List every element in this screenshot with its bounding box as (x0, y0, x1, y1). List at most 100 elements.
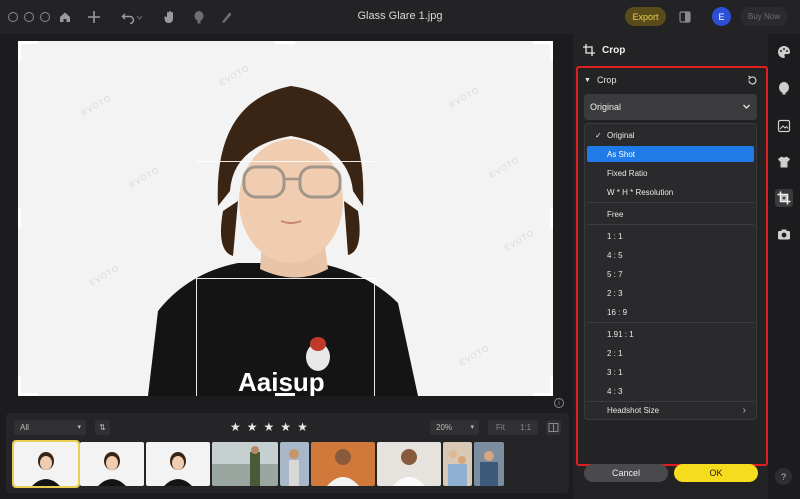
chevron-down-icon: ▾ (470, 424, 474, 431)
reset-icon[interactable] (747, 75, 758, 89)
crop-handle-top[interactable] (275, 41, 295, 44)
hand-tool-icon[interactable] (162, 9, 178, 25)
crop-handle-top-right[interactable] (533, 41, 553, 61)
fit-button[interactable]: Fit (488, 420, 513, 435)
crop-icon (583, 44, 595, 56)
thumbnail[interactable] (212, 442, 278, 486)
thumbnail[interactable] (311, 442, 375, 486)
sort-icon[interactable]: ⇅ (95, 420, 110, 435)
thumbnail[interactable] (146, 442, 210, 486)
option-label: 1.91 : 1 (607, 329, 634, 339)
star-icon[interactable]: ★ (247, 420, 258, 434)
help-button[interactable]: ? (775, 468, 792, 485)
option-2-1[interactable]: 2 : 1 (587, 345, 754, 361)
crop-handle-bottom[interactable] (275, 393, 295, 396)
zoom-value: 20% (436, 423, 453, 432)
filter-select[interactable]: All ▾ (14, 420, 86, 435)
option-2-3[interactable]: 2 : 3 (587, 285, 754, 301)
window-controls (8, 12, 50, 22)
photo-preview[interactable]: Aaisup EVOTO EVOTO EVOTO EVOTO EVOTO EVO… (18, 41, 553, 396)
thumbnail[interactable] (443, 442, 472, 486)
option-label: As Shot (607, 149, 636, 159)
star-icon[interactable]: ★ (230, 420, 241, 434)
brush-icon[interactable] (218, 9, 234, 25)
option-1-91-1[interactable]: 1.91 : 1 (587, 326, 754, 342)
thumbnail-list (12, 440, 504, 488)
crop-handle-bottom-right[interactable] (533, 376, 553, 396)
crop-handle-top-left[interactable] (18, 41, 38, 61)
close-window-button[interactable] (8, 12, 18, 22)
cancel-button[interactable]: Cancel (584, 464, 668, 482)
option-label: Free (607, 209, 624, 219)
thumbnail[interactable] (280, 442, 309, 486)
collapse-triangle-icon[interactable]: ▼ (584, 77, 591, 84)
home-icon[interactable] (57, 9, 73, 25)
crop-grid-line (196, 161, 374, 162)
option-fixed-ratio[interactable]: Fixed Ratio (587, 165, 754, 181)
option-label: 16 : 9 (607, 307, 628, 317)
maximize-window-button[interactable] (40, 12, 50, 22)
split-view-icon[interactable] (546, 420, 561, 435)
option-free[interactable]: Free (587, 206, 754, 222)
palette-icon[interactable] (776, 44, 792, 60)
rating-stars[interactable]: ★ ★ ★ ★ ★ (230, 420, 308, 434)
option-label: 2 : 1 (607, 348, 623, 358)
crop-panel: Crop ▼ Crop Original ✓ Original As Shot … (573, 34, 768, 499)
option-label: 4 : 3 (607, 386, 623, 396)
ok-button[interactable]: OK (674, 464, 758, 482)
star-icon[interactable]: ★ (297, 420, 308, 434)
option-5-7[interactable]: 5 : 7 (587, 266, 754, 282)
option-original[interactable]: ✓ Original (587, 127, 754, 143)
crop-grid-line (196, 278, 197, 396)
crop-handle-right[interactable] (550, 208, 553, 228)
camera-icon[interactable] (776, 226, 792, 242)
crop-handle-left[interactable] (18, 208, 21, 228)
crop-grid-line (196, 278, 374, 279)
thumbnail[interactable] (377, 442, 441, 486)
image-canvas[interactable]: Aaisup EVOTO EVOTO EVOTO EVOTO EVOTO EVO… (0, 34, 572, 409)
face-retouch-icon[interactable] (776, 80, 792, 96)
star-icon[interactable]: ★ (280, 420, 291, 434)
dropdown-divider (587, 202, 754, 203)
clothing-icon[interactable] (776, 154, 792, 170)
option-3-1[interactable]: 3 : 1 (587, 364, 754, 380)
option-4-5[interactable]: 4 : 5 (587, 247, 754, 263)
option-1-1[interactable]: 1 : 1 (587, 228, 754, 244)
option-label: 5 : 7 (607, 269, 623, 279)
crop-tool-icon[interactable] (775, 189, 793, 207)
panel-header: Crop (583, 44, 625, 56)
zoom-select[interactable]: 20% ▾ (430, 420, 479, 435)
buy-now-button[interactable]: Buy Now (740, 7, 788, 26)
star-icon[interactable]: ★ (264, 420, 275, 434)
option-resolution[interactable]: W * H * Resolution (587, 184, 754, 200)
filter-value: All (20, 423, 29, 432)
add-icon[interactable] (86, 9, 102, 25)
crop-section-header[interactable]: ▼ Crop (584, 75, 616, 85)
thumbnail[interactable] (80, 442, 144, 486)
export-button[interactable]: Export (625, 7, 666, 26)
option-label: 2 : 3 (607, 288, 623, 298)
aspect-ratio-value: Original (590, 102, 622, 112)
option-headshot-size[interactable]: Headshot Size › (587, 402, 754, 418)
option-label: Headshot Size (607, 405, 660, 415)
crop-handle-bottom-left[interactable] (18, 376, 38, 396)
aspect-ratio-dropdown: ✓ Original As Shot Fixed Ratio W * H * R… (584, 123, 757, 420)
thumbnail[interactable] (12, 440, 80, 488)
crop-grid-line (374, 278, 375, 396)
info-icon[interactable]: i (554, 398, 564, 408)
background-icon[interactable] (776, 118, 792, 134)
option-as-shot[interactable]: As Shot (587, 146, 754, 162)
undo-history-chevron-icon[interactable] (134, 9, 144, 25)
option-label: W * H * Resolution (607, 187, 674, 197)
thumbnail[interactable] (474, 442, 504, 486)
option-label: 4 : 5 (607, 250, 623, 260)
actual-size-button[interactable]: 1:1 (513, 420, 538, 435)
minimize-window-button[interactable] (24, 12, 34, 22)
option-16-9[interactable]: 16 : 9 (587, 304, 754, 320)
aspect-ratio-select[interactable]: Original (584, 94, 757, 120)
compare-panel-icon[interactable] (677, 9, 693, 25)
user-avatar[interactable]: E (712, 7, 731, 26)
option-4-3[interactable]: 4 : 3 (587, 383, 754, 399)
face-mask-icon[interactable] (191, 9, 207, 25)
panel-title: Crop (602, 44, 626, 56)
